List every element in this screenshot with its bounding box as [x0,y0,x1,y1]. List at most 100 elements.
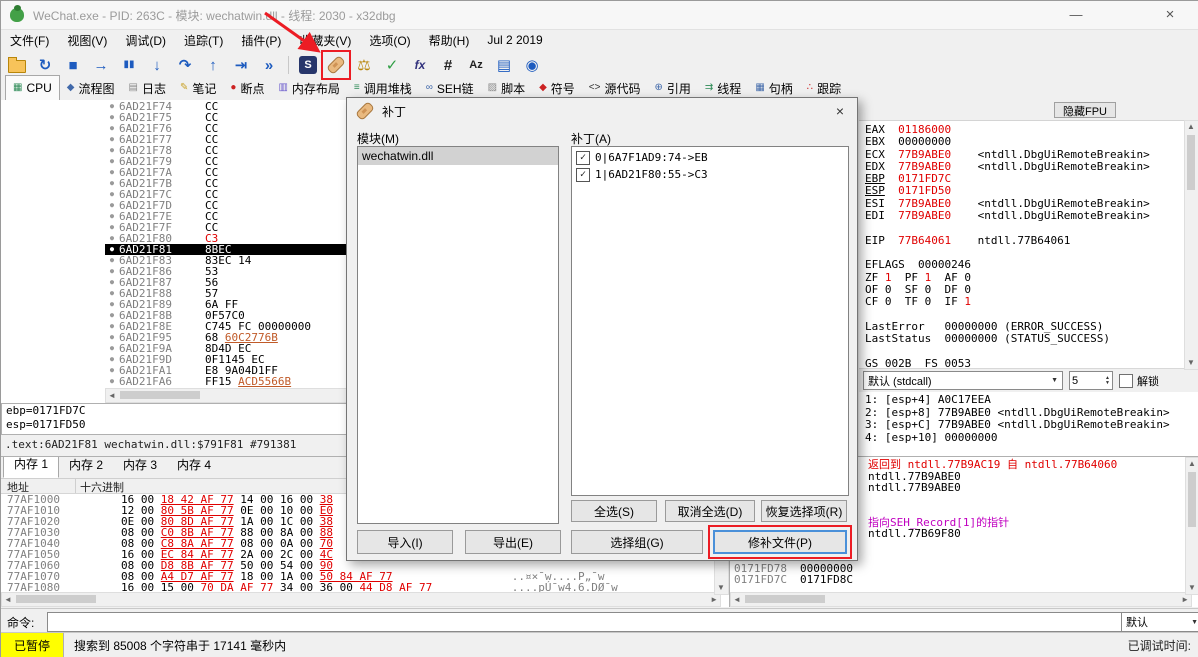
module-list-item[interactable]: wechatwin.dll [358,147,558,165]
stop-icon[interactable]: ■ [61,53,85,77]
patch-checkbox[interactable]: ✓ [576,150,590,165]
close-button[interactable]: × [1147,1,1193,29]
scroll-left-arrow[interactable]: ◄ [4,595,12,604]
scroll-right-arrow[interactable]: ► [710,595,718,604]
scroll-right-arrow[interactable]: ► [1181,595,1189,604]
breakpoint-dot-icon[interactable]: ● [105,277,119,288]
breakpoint-dot-icon[interactable]: ● [105,255,119,266]
run-to-user-code-icon[interactable]: ⇥ [229,53,253,77]
breakpoint-dot-icon[interactable]: ● [105,167,119,178]
unlock-checkbox[interactable]: 解锁 [1119,373,1159,389]
restore-selection-button[interactable]: 恢复选择项(R) [761,500,847,522]
menu-help[interactable]: 帮助(H) [420,29,479,52]
breakpoint-dot-icon[interactable]: ● [105,145,119,156]
restart-icon[interactable]: ↻ [33,53,57,77]
command-input[interactable] [47,612,1123,632]
check-icon[interactable]: ✓ [380,53,404,77]
strings-icon[interactable]: Az [464,53,488,77]
breakpoint-dot-icon[interactable]: ● [105,112,119,123]
registers-vertical-scrollbar[interactable]: ▲ ▼ [1184,120,1198,370]
memory-tab-4[interactable]: 内存 4 [167,457,221,478]
tab-log[interactable]: ▤ 日志 [122,76,173,100]
register-line[interactable]: CF 0 TF 0 IF 1 [865,296,1193,308]
scrollbar-thumb[interactable] [745,595,825,603]
hide-fpu-button[interactable]: 隐藏FPU [1054,102,1116,118]
tab-cpu[interactable]: ▦ CPU [5,75,60,100]
register-line[interactable]: EDI 77B9ABE0 <ntdll.DbgUiRemoteBreakin> [865,209,1193,222]
command-profile-select[interactable]: 默认 ▼ [1121,612,1198,632]
breakpoint-dot-icon[interactable]: ● [105,321,119,332]
preferences-scales-icon[interactable]: ⚖ [352,53,376,77]
menu-trace[interactable]: 追踪(T) [175,29,232,52]
stack-horizontal-scrollbar[interactable]: ◄ ► [730,592,1192,607]
register-line[interactable]: LastStatus 00000000 (STATUS_SUCCESS) [865,332,1193,345]
tab-notes[interactable]: ✎ 笔记 [173,76,223,100]
breakpoint-dot-icon[interactable]: ● [105,222,119,233]
module-list[interactable]: wechatwin.dll [357,146,559,524]
breakpoint-dot-icon[interactable]: ● [105,365,119,376]
scrollbar-thumb[interactable] [120,391,200,399]
breakpoint-dot-icon[interactable]: ● [105,134,119,145]
breakpoint-dot-icon[interactable]: ● [105,332,119,343]
step-into-icon[interactable]: ↓ [145,53,169,77]
breakpoint-dot-icon[interactable]: ● [105,123,119,134]
breakpoint-dot-icon[interactable]: ● [105,200,119,211]
minimize-button[interactable]: — [1053,1,1099,29]
stack-row[interactable]: 0171FD7C 0171FD8C [730,574,1198,586]
menu-build-date[interactable]: Jul 2 2019 [478,30,551,50]
scroll-down-arrow[interactable]: ▼ [717,584,725,592]
scroll-left-arrow[interactable]: ◄ [733,595,741,604]
checkbox-box[interactable] [1119,373,1133,388]
scroll-left-arrow[interactable]: ◄ [108,391,116,400]
memory-tab-3[interactable]: 内存 3 [113,457,167,478]
scroll-down-arrow[interactable]: ▼ [1188,584,1196,592]
pause-icon[interactable]: ▮▮ [117,53,141,77]
execute-till-return-icon[interactable]: ↑ [201,53,225,77]
step-over-icon[interactable]: ↷ [173,53,197,77]
deselect-all-button[interactable]: 取消全选(D) [665,500,755,522]
import-button[interactable]: 导入(I) [357,530,453,554]
scroll-up-arrow[interactable]: ▲ [1188,460,1196,468]
scrollbar-thumb[interactable] [1187,135,1195,190]
menu-view[interactable]: 视图(V) [58,29,116,52]
patch-list[interactable]: ✓ 0|6A7F1AD9:74->EB ✓ 1|6AD21F80:55->C3 [571,146,849,496]
stack-vertical-scrollbar[interactable]: ▲ ▼ [1185,457,1198,595]
pick-groups-button[interactable]: 选择组(G) [571,530,703,554]
argument-line[interactable]: 4: [esp+10] 00000000 [865,431,1170,445]
patch-list-item[interactable]: ✓ 0|6A7F1AD9:74->EB [572,149,848,166]
argument-count-stepper[interactable]: 5 ▲ ▼ [1069,371,1113,390]
dialog-close-button[interactable]: × [826,101,854,121]
breakpoint-dot-icon[interactable]: ● [105,376,119,387]
export-button[interactable]: 导出(E) [465,530,561,554]
register-line[interactable]: EIP 77B64061 ntdll.77B64061 [865,234,1193,247]
breakpoint-dot-icon[interactable]: ● [105,288,119,299]
breakpoint-dot-icon[interactable]: ● [105,156,119,167]
menu-debug[interactable]: 调试(D) [116,29,175,52]
memory-tab-2[interactable]: 内存 2 [59,457,113,478]
patch-list-item[interactable]: ✓ 1|6AD21F80:55->C3 [572,166,848,183]
scrollbar-thumb[interactable] [1188,472,1196,527]
breakpoint-dot-icon[interactable]: ● [105,310,119,321]
hash-icon[interactable]: # [436,53,460,77]
spinner-arrows-icon[interactable]: ▲ ▼ [1105,375,1110,386]
select-all-button[interactable]: 全选(S) [571,500,657,522]
menu-options[interactable]: 选项(O) [360,29,419,52]
breakpoint-dot-icon[interactable]: ● [105,354,119,365]
tab-memory-map[interactable]: ▥ 内存布局 [271,76,346,100]
breakpoint-dot-icon[interactable]: ● [105,101,119,112]
breakpoint-dot-icon[interactable]: ● [105,178,119,189]
breakpoint-dot-icon[interactable]: ● [105,244,119,255]
scroll-up-arrow[interactable]: ▲ [1187,123,1195,131]
report-icon[interactable]: ▤ [492,53,516,77]
eye-icon[interactable]: ◉ [520,53,544,77]
calling-convention-select[interactable]: 默认 (stdcall) ▼ [863,371,1063,390]
patch-file-button[interactable]: 修补文件(P) [708,525,852,559]
open-file-icon[interactable] [5,53,29,77]
dump-horizontal-scrollbar[interactable]: ◄ ► [1,592,721,607]
tab-breakpoints[interactable]: ● 断点 [223,76,271,100]
scroll-down-arrow[interactable]: ▼ [1187,359,1195,367]
calculator-fx-icon[interactable]: fx [408,53,432,77]
menu-file[interactable]: 文件(F) [1,29,58,52]
tab-graph[interactable]: ◆ 流程图 [60,76,122,100]
breakpoint-dot-icon[interactable]: ● [105,189,119,200]
